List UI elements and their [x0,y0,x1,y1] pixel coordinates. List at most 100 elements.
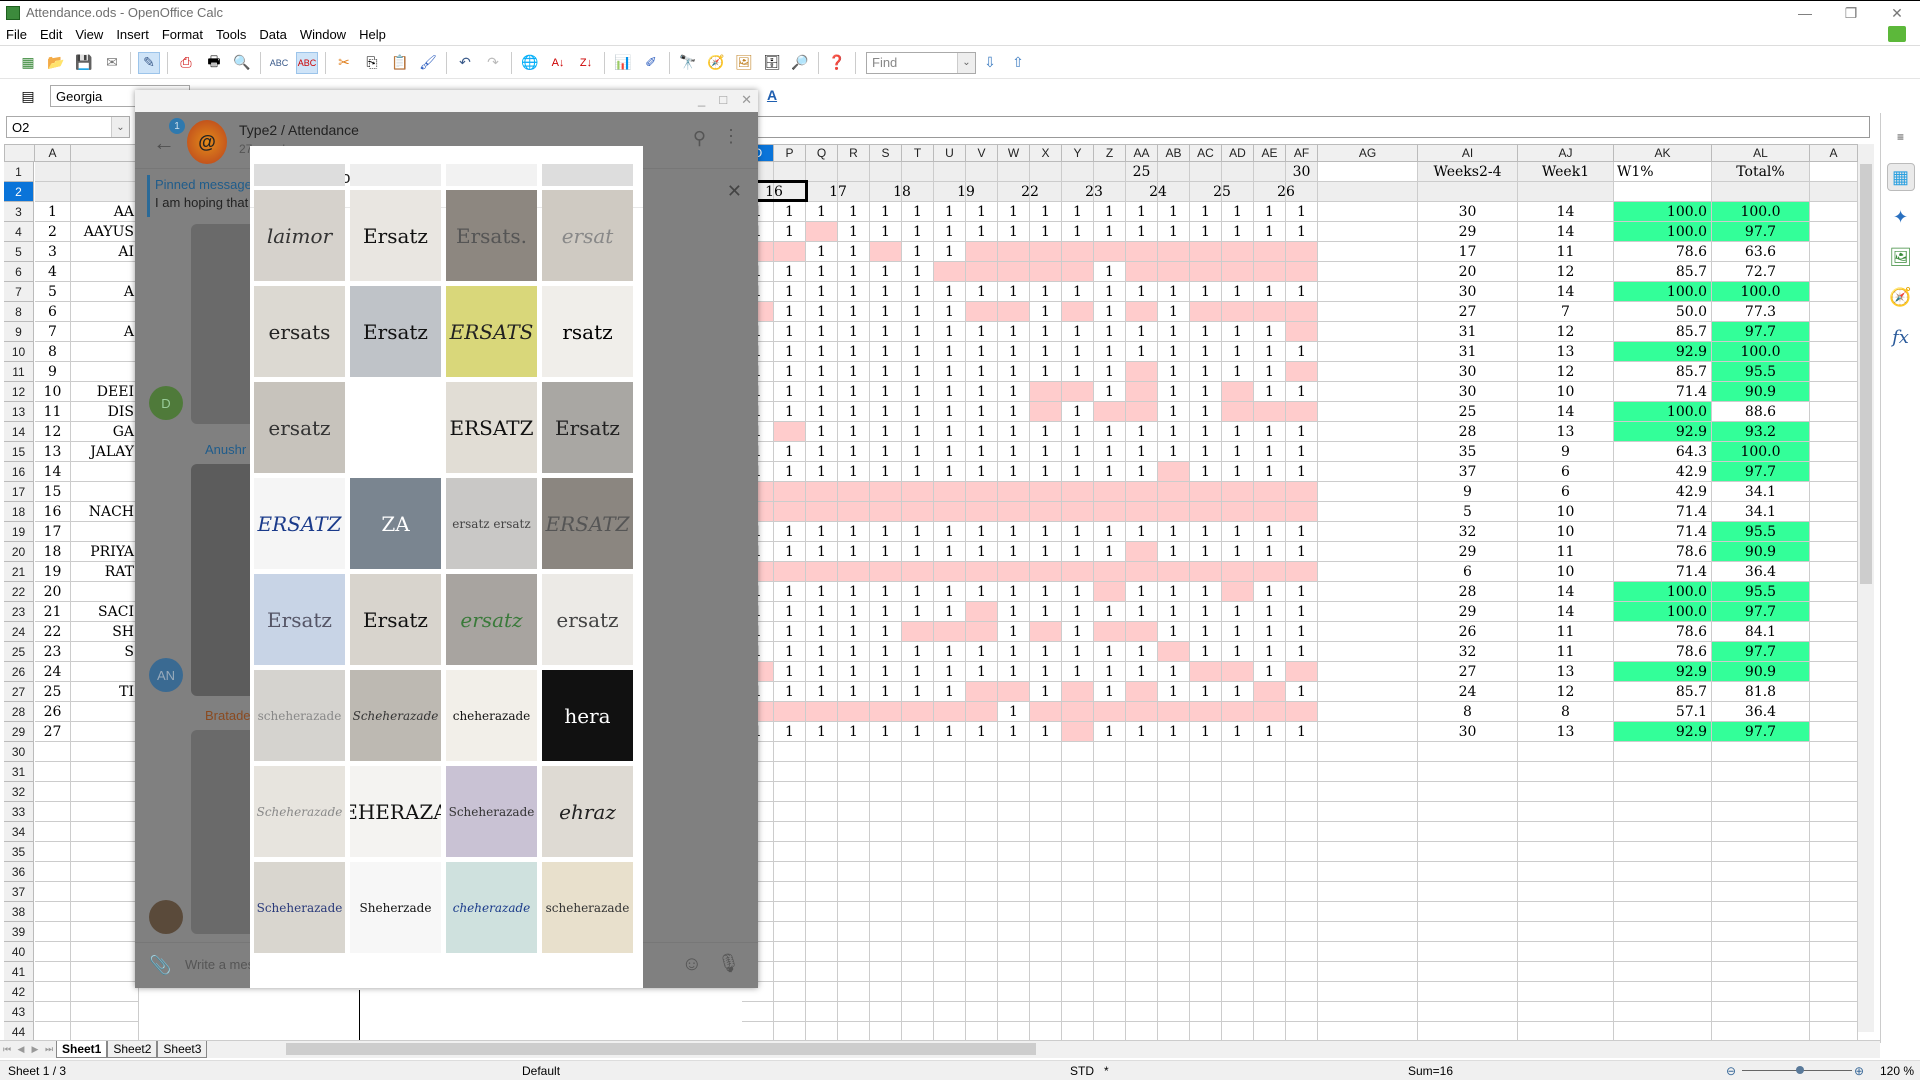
cell[interactable] [838,1022,870,1042]
cell[interactable] [1030,902,1062,922]
cell[interactable] [1254,162,1286,182]
cell[interactable] [902,802,934,822]
cell[interactable]: TI [71,682,139,702]
cell[interactable] [998,162,1030,182]
cell[interactable]: 1 [1062,402,1094,422]
cell[interactable]: 1 [902,282,934,302]
cell[interactable]: 14 [1518,202,1614,222]
cell[interactable]: 12 [1518,362,1614,382]
cell[interactable] [1810,202,1858,222]
cell[interactable] [902,942,934,962]
cell[interactable]: 10 [1518,382,1614,402]
cell[interactable] [1254,922,1286,942]
cell[interactable] [35,942,71,962]
cell[interactable] [1810,642,1858,662]
cell[interactable] [966,162,998,182]
cell[interactable] [1158,882,1190,902]
cell[interactable]: 97.7 [1712,642,1810,662]
cell[interactable]: 1 [1126,642,1158,662]
zoom-icon[interactable]: 🔎 [789,52,811,74]
hyperlink-icon[interactable]: 🌐 [519,52,541,74]
cell[interactable]: 1 [1126,602,1158,622]
cell[interactable] [1222,942,1254,962]
cell[interactable] [1418,742,1518,762]
cell[interactable] [1614,782,1712,802]
cell[interactable]: 1 [1062,462,1094,482]
cell[interactable] [1286,1002,1318,1022]
cell[interactable] [1810,502,1858,522]
cell[interactable] [870,942,902,962]
cell[interactable] [1318,342,1418,362]
cell[interactable] [1810,1002,1858,1022]
cell[interactable]: 1 [774,302,806,322]
photo-thumbnail[interactable]: ersats [254,286,345,377]
cell[interactable]: 1 [1094,342,1126,362]
cell[interactable] [838,822,870,842]
cell[interactable] [1418,882,1518,902]
cell[interactable]: 1 [1062,642,1094,662]
cell[interactable]: 1 [1094,262,1126,282]
menu-format[interactable]: Format [162,27,203,42]
cell[interactable]: 92.9 [1614,662,1712,682]
cell[interactable]: 1 [1190,202,1222,222]
cell[interactable] [1318,582,1418,602]
cell[interactable] [1614,922,1712,942]
cell[interactable] [838,502,870,522]
cell[interactable] [1062,782,1094,802]
cell[interactable] [774,882,806,902]
cell[interactable]: 1 [1254,662,1286,682]
cell[interactable]: 1 [870,442,902,462]
cell[interactable]: 1 [902,722,934,742]
column-header-AA[interactable]: AA [1126,144,1158,162]
cell[interactable] [1190,982,1222,1002]
cell[interactable] [1126,982,1158,1002]
cell[interactable] [1190,822,1222,842]
cell[interactable] [806,942,838,962]
cell[interactable]: 1 [1190,382,1222,402]
column-header-AF[interactable]: AF [1286,144,1318,162]
cell[interactable] [1286,322,1318,342]
row-header-23[interactable]: 23 [4,602,34,622]
cell[interactable] [1318,162,1418,182]
cell[interactable] [1418,782,1518,802]
cell[interactable]: 100.0 [1614,202,1712,222]
cell[interactable] [870,242,902,262]
cell[interactable] [1286,562,1318,582]
cell[interactable]: 1 [934,302,966,322]
cell[interactable] [1126,1002,1158,1022]
cell[interactable] [1094,822,1126,842]
cell[interactable]: 6 [1418,562,1518,582]
cell[interactable]: 21 [35,602,71,622]
cell[interactable] [1810,942,1858,962]
cell[interactable] [1810,242,1858,262]
cell[interactable]: 1 [1094,202,1126,222]
cell[interactable] [1810,542,1858,562]
cell[interactable]: AI [71,242,139,262]
cell[interactable]: 1 [902,222,934,242]
cell[interactable] [774,922,806,942]
cell[interactable]: 84.1 [1712,622,1810,642]
cell[interactable] [1810,782,1858,802]
cell[interactable]: 1 [1190,522,1222,542]
cell[interactable]: 1 [1190,622,1222,642]
cell[interactable]: 14 [1518,222,1614,242]
cell[interactable] [902,842,934,862]
cell[interactable]: A [71,322,139,342]
cell[interactable]: 1 [1158,422,1190,442]
navigator-sidebar-icon[interactable]: 🧭 [1887,283,1915,311]
cell[interactable] [71,302,139,322]
cell[interactable] [806,1022,838,1042]
cell[interactable] [1810,462,1858,482]
cell[interactable] [934,882,966,902]
cell[interactable] [1062,902,1094,922]
cell[interactable] [902,502,934,522]
cell[interactable] [966,742,998,762]
cell[interactable]: 13 [1518,722,1614,742]
cell[interactable] [966,942,998,962]
last-sheet-icon[interactable]: ⏭ [42,1044,56,1055]
cell[interactable]: 1 [1094,682,1126,702]
cell[interactable]: 1 [934,522,966,542]
cell[interactable]: 14 [1518,602,1614,622]
cell[interactable] [1318,722,1418,742]
cell[interactable]: 12 [35,422,71,442]
